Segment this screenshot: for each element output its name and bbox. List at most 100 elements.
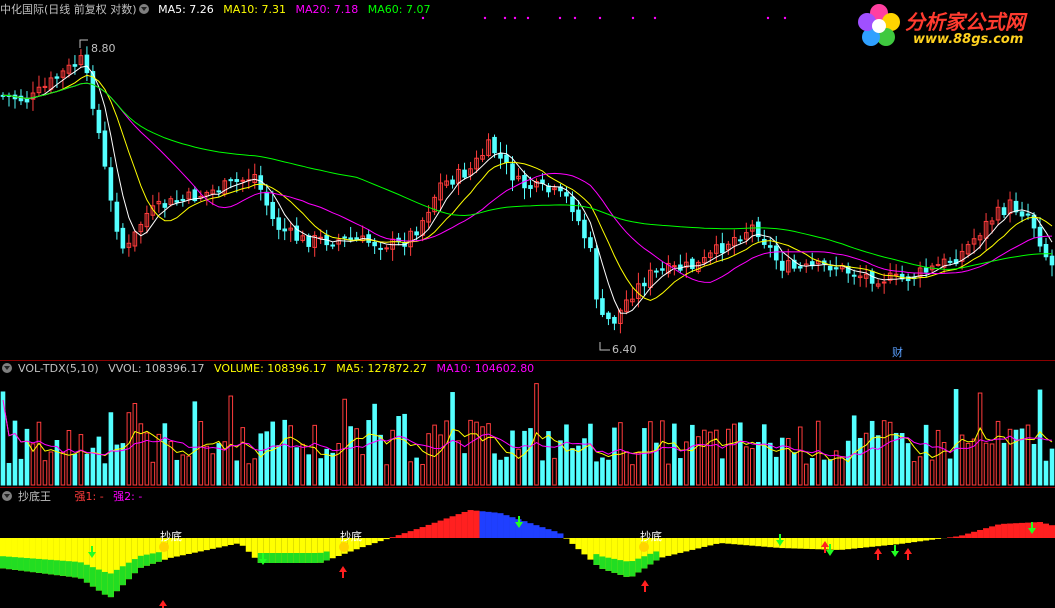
signal-bar-green (155, 552, 162, 562)
ma20-value: MA20: 7.18 (295, 3, 359, 16)
volume-bar (953, 389, 959, 486)
volume-bar (833, 450, 839, 486)
signal-bar-yellow (869, 538, 876, 547)
signal-bar-yellow (371, 538, 378, 544)
signal-bar-yellow (221, 538, 228, 547)
volume-bar (720, 458, 725, 486)
signal-bar-green (599, 556, 606, 569)
volume-bar (210, 453, 216, 486)
signal-bar-green (635, 558, 642, 573)
candle-body (162, 203, 168, 208)
volume-bar (360, 454, 365, 486)
signal-bar-green (299, 553, 306, 563)
candle-body (923, 267, 929, 273)
volume-bar (1019, 428, 1025, 486)
ma60-value: MA60: 7.07 (367, 3, 431, 16)
signal-bar-negative (1043, 523, 1050, 538)
signal-bar-green (311, 553, 318, 563)
volume-bar (216, 443, 222, 486)
volume-bar (726, 428, 731, 486)
signal-bar-green (11, 557, 18, 570)
signal-dot (558, 16, 562, 20)
signal-bar-yellow (191, 538, 198, 553)
signal-indicator-name[interactable]: 抄底王 (18, 490, 51, 503)
signal-bar-green (317, 552, 324, 563)
strong2-value: 强2: - (113, 490, 143, 503)
volume-bar (935, 429, 941, 486)
volume-bar (666, 463, 671, 486)
signal-bar-negative (413, 529, 420, 538)
signal-dot (766, 16, 770, 20)
signal-dot (503, 16, 507, 20)
volume-bar (995, 420, 1001, 486)
signal-bar-green (119, 566, 126, 586)
volume-indicator-name[interactable]: VOL-TDX(5,10) (18, 362, 99, 375)
candle-body (1001, 207, 1007, 216)
candle-body (576, 209, 581, 222)
volume-bar (702, 429, 707, 486)
signal-bar-yellow (569, 538, 576, 544)
signal-bar-yellow (329, 538, 336, 559)
signal-bar-yellow (719, 538, 726, 544)
volume-bar (642, 428, 647, 486)
candle-body (564, 192, 569, 197)
dropdown-icon[interactable] (2, 363, 12, 373)
signal-bar-negative (509, 517, 516, 538)
dropdown-icon[interactable] (2, 491, 12, 501)
signal-dot (573, 16, 577, 20)
signal-bar-negative (1007, 523, 1014, 538)
volume-bar (624, 451, 629, 486)
ma10-value: MA10: 7.31 (223, 3, 287, 16)
signal-bar-yellow (863, 538, 870, 548)
volume-bar (594, 461, 599, 486)
volume-bar (965, 442, 971, 486)
bottom-label: 抄底 (640, 529, 662, 543)
volume-bar (246, 463, 252, 486)
volume-bar (738, 422, 743, 486)
signal-bar-green (101, 571, 108, 595)
dropdown-icon[interactable] (138, 4, 149, 14)
volume-bar (1031, 443, 1037, 486)
signal-bar-yellow (581, 538, 588, 555)
volume-bar (282, 419, 288, 486)
volume-bar (839, 456, 845, 486)
signal-bar-green (95, 569, 102, 591)
up-arrow-icon (641, 580, 649, 592)
volume-bar (761, 424, 767, 486)
volume-bar (444, 420, 449, 486)
volume-bar (1049, 448, 1055, 486)
period-label[interactable]: (日线 前复权 对数) (44, 3, 137, 16)
candle-body (240, 179, 246, 182)
volume-bar (42, 460, 48, 486)
signal-bar-yellow (377, 538, 384, 542)
signal-bar-yellow (797, 538, 804, 549)
signal-bar-negative (521, 521, 528, 538)
signal-bar-negative (389, 537, 396, 538)
candle-body (414, 231, 419, 236)
candle-body (672, 265, 677, 268)
signal-bar-yellow (383, 538, 390, 540)
volume-bar (977, 392, 983, 486)
signal-bar-negative (443, 518, 450, 538)
candle-body (827, 265, 833, 271)
signal-bar-yellow (671, 538, 678, 555)
candle-body (72, 64, 78, 67)
candle-body (510, 163, 515, 181)
chart-canvas[interactable]: 8.80 6.40 财抄底 抄底 抄底 (0, 0, 1055, 608)
signal-bar-green (611, 558, 618, 573)
stock-name[interactable]: 中化国际 (0, 3, 44, 16)
volume-bar (288, 425, 294, 486)
volume-bar (636, 452, 641, 486)
signal-bar-yellow (707, 538, 714, 546)
signal-bar-green (83, 564, 90, 583)
volume-bar (24, 428, 30, 486)
volume-bar (270, 421, 276, 486)
volume-bar (468, 419, 473, 486)
volume-bar (791, 452, 797, 486)
volume-bar (258, 433, 264, 486)
signal-bar-yellow (665, 538, 672, 556)
signal-bar-yellow (875, 538, 882, 547)
candle-body (282, 228, 288, 232)
signal-bar-yellow (743, 538, 750, 546)
volume-bar (845, 440, 851, 486)
